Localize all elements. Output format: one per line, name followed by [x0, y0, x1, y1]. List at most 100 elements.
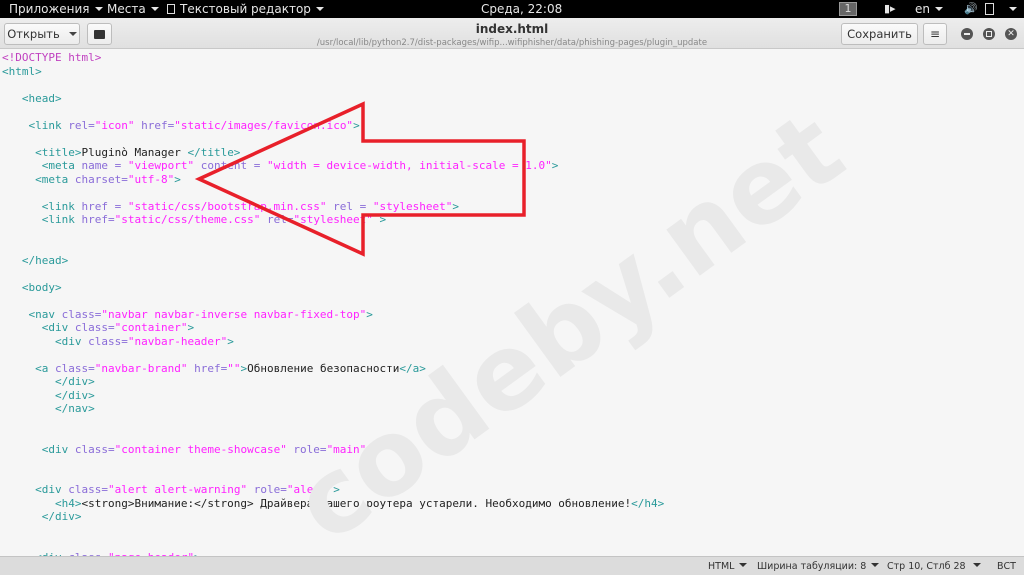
code-line: </div>	[2, 375, 664, 389]
tag-token: <nav	[28, 307, 62, 321]
attribute-token: role=	[247, 483, 287, 496]
tab-width-selector[interactable]: Ширина табуляции: 8	[757, 561, 880, 572]
string-token: "viewport"	[127, 159, 195, 172]
tag-token: <title>	[35, 145, 82, 159]
hamburger-menu-button[interactable]: ≡	[923, 23, 947, 45]
tag-token: <h4>	[54, 496, 82, 510]
language-label: HTML	[708, 561, 735, 572]
insert-mode[interactable]: ВСТ	[997, 561, 1016, 572]
string-token: "width = device-width, initial-scale = 1…	[266, 159, 552, 172]
code-editor[interactable]: <!DOCTYPE html> <html> <head> <link rel="…	[0, 49, 1024, 556]
tag-token: >	[353, 118, 360, 132]
tag-token: <link	[41, 199, 82, 213]
string-token: "stylesheet"	[372, 199, 453, 213]
code-line: <div class="container">	[2, 321, 664, 335]
string-token: "container"	[114, 321, 188, 334]
close-button[interactable]: ✕	[1005, 28, 1017, 40]
attribute-token: rel =	[326, 199, 373, 213]
attribute-token: class=	[74, 442, 115, 456]
attribute-token: href =	[81, 199, 128, 213]
applications-menu[interactable]: Приложения	[9, 2, 103, 16]
attribute-token: class=	[68, 483, 108, 496]
chevron-down-icon	[871, 563, 880, 567]
chevron-down-icon	[935, 7, 943, 11]
code-line: <a class="navbar-brand" href="">Обновлен…	[2, 362, 664, 376]
tag-token: <div	[41, 321, 75, 334]
tag-token: >	[187, 321, 195, 334]
system-menu[interactable]	[1004, 2, 1017, 16]
tab-width-label: Ширина табуляции: 8	[757, 561, 867, 572]
save-button[interactable]: Сохранить	[841, 23, 918, 45]
tag-token: </div>	[54, 388, 95, 402]
chevron-down-icon	[1009, 7, 1017, 11]
code-line: </div>	[2, 389, 664, 403]
tag-token: </h4>	[631, 496, 665, 510]
workspace-indicator[interactable]: 1	[839, 2, 857, 16]
string-token: "static/css/bootstrap.min.css"	[127, 199, 327, 213]
string-token: "alert"	[286, 483, 334, 496]
tag-token: </div>	[54, 375, 95, 388]
minimize-button[interactable]	[961, 28, 973, 40]
code-line: <h4><strong>Внимание:</strong> Драйвера …	[2, 497, 664, 511]
string-token: "navbar-header"	[127, 334, 228, 348]
attribute-token: href=	[81, 213, 115, 226]
tag-token: </div>	[41, 510, 82, 523]
attribute-token: class=	[61, 307, 102, 321]
doctype-token: <!DOCTYPE html>	[2, 51, 102, 64]
attribute-token: role=	[286, 442, 327, 456]
code-text[interactable]: <!DOCTYPE html> <html> <head> <link rel="…	[2, 51, 664, 556]
position-menu[interactable]	[968, 561, 981, 572]
tag-token: <head>	[21, 91, 62, 105]
video-icon[interactable]: ▮▸	[884, 2, 896, 15]
attribute-token: charset=	[74, 172, 128, 186]
battery-icon[interactable]	[985, 3, 994, 15]
volume-icon[interactable]: 🔊	[964, 2, 978, 15]
places-menu[interactable]: Места	[107, 2, 159, 16]
code-line: </nav>	[2, 402, 664, 416]
app-menu-label: Текстовый редактор	[180, 2, 311, 16]
menu-icon: ≡	[929, 27, 941, 41]
attribute-token: href=	[134, 118, 175, 132]
string-token: "container theme-showcase"	[114, 442, 287, 456]
chevron-down-icon	[94, 7, 103, 11]
chevron-down-icon	[739, 563, 748, 567]
code-line: <link rel="icon" href="static/images/fav…	[2, 119, 664, 133]
app-menu[interactable]: Текстовый редактор	[167, 2, 324, 16]
code-line: <div class="alert alert-warning" role="a…	[2, 483, 664, 497]
header-bar: Открыть index.html /usr/local/lib/python…	[0, 18, 1024, 49]
clock[interactable]: Среда, 22:08	[481, 2, 562, 16]
attribute-token: name =	[81, 159, 128, 172]
attribute-token: class=	[88, 334, 128, 348]
tag-token: <link	[28, 118, 69, 132]
chevron-down-icon	[315, 7, 324, 11]
tag-token: </title>	[187, 145, 241, 159]
minimize-icon	[964, 33, 970, 35]
code-line: <!DOCTYPE html>	[2, 51, 664, 65]
attribute-token: class=	[55, 361, 95, 375]
code-line: <head>	[2, 92, 664, 106]
chevron-down-icon	[150, 7, 159, 11]
language-menu[interactable]: en	[915, 2, 943, 16]
tag-token: <link	[41, 213, 82, 226]
language-selector[interactable]: HTML	[708, 561, 748, 572]
chevron-down-icon	[973, 563, 981, 567]
maximize-button[interactable]	[983, 28, 995, 40]
